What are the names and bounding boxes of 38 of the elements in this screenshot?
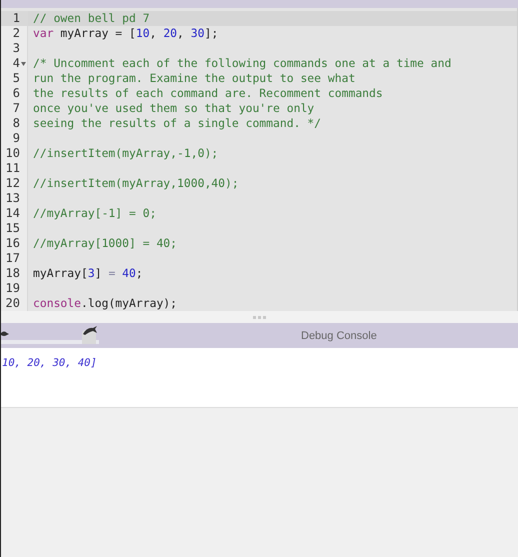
line-number: 1 [12, 11, 20, 25]
code-line: // owen bell pd 7 [33, 11, 150, 25]
line-number: 19 [6, 281, 20, 295]
console-output: 10, 20, 30, 40] [2, 357, 97, 369]
line-number: 14 [6, 206, 20, 220]
code-line: //myArray[1000] = 40; [33, 236, 178, 250]
code-line: console.log(myArray); [33, 296, 178, 310]
line-number: 18 [6, 266, 20, 280]
line-number: 17 [6, 251, 20, 265]
line-number: 20 [6, 296, 20, 310]
code-line: once you've used them so that you're only [33, 101, 314, 115]
code-editor[interactable] [1, 8, 518, 311]
console-title: Debug Console [301, 329, 377, 344]
line-number: 6 [12, 86, 20, 100]
code-line: //insertItem(myArray,-1,0); [33, 146, 218, 160]
line-number: 4 [12, 56, 20, 70]
code-line: //myArray[-1] = 0; [33, 206, 156, 220]
line-number: 9 [12, 131, 20, 145]
line-number: 12 [6, 176, 20, 190]
code-line: seeing the results of a single command. */ [33, 116, 322, 130]
line-number: 15 [6, 221, 20, 235]
line-number: 5 [12, 71, 20, 85]
line-number: 2 [12, 26, 20, 40]
speed-slider[interactable] [1, 330, 99, 344]
fold-caret-icon[interactable] [21, 62, 26, 66]
code-line: myArray[3] = 40; [33, 266, 143, 280]
code-line: run the program. Examine the output to see what [33, 71, 356, 85]
code-line: //insertItem(myArray,1000,40); [33, 176, 239, 190]
line-number: 3 [12, 41, 20, 55]
line-number: 16 [6, 236, 20, 250]
line-number: 7 [12, 101, 20, 115]
line-number: 11 [6, 161, 20, 175]
line-number: 8 [12, 116, 20, 130]
code-line: /* Uncomment each of the following commands one at a time and [33, 56, 452, 70]
line-number: 13 [6, 191, 20, 205]
code-line: the results of each command are. Recomment commands [33, 86, 383, 100]
code-line: var myArray = [10, 20, 30]; [33, 26, 218, 40]
line-number: 10 [6, 146, 20, 160]
